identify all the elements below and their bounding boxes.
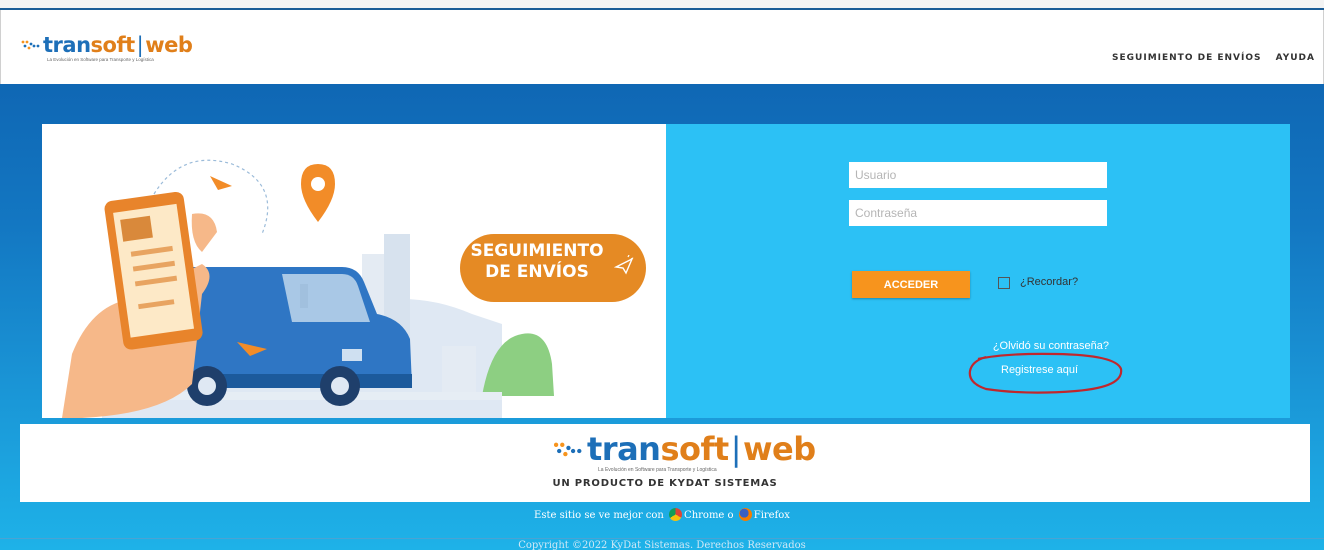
firefox-icon — [738, 508, 752, 521]
forgot-password-link[interactable]: ¿Olvidó su contraseña? — [993, 340, 1109, 352]
nav-ayuda[interactable]: AYUDA — [1276, 53, 1315, 63]
footer-transoft-logo: transoft|web La Evolución en Software pa… — [553, 432, 816, 473]
acceder-button[interactable]: ACCEDER — [852, 271, 970, 298]
footer-branding: transoft|web La Evolución en Software pa… — [20, 424, 1310, 502]
username-input[interactable] — [849, 162, 1107, 188]
browser-top-strip — [0, 0, 1324, 10]
logo-dots-icon — [553, 442, 582, 457]
browsers-prefix: Este sitio se ve mejor con — [534, 510, 664, 521]
top-nav: SEGUIMIENTO DE ENVÍOS AYUDA — [1102, 53, 1315, 63]
password-input[interactable] — [849, 200, 1107, 226]
remember-checkbox[interactable] — [998, 277, 1010, 289]
copyright-text: Copyright ©2022 KyDat Sistemas. Derechos… — [0, 538, 1324, 551]
firefox-label[interactable]: Firefox — [754, 510, 790, 521]
browser-recommendation: Este sitio se ve mejor con Chrome o Fire… — [0, 508, 1324, 521]
remember-label: ¿Recordar? — [1020, 276, 1079, 288]
chrome-label[interactable]: Chrome — [684, 510, 724, 521]
chrome-icon — [669, 508, 683, 521]
browsers-or: o — [727, 510, 734, 521]
nav-seguimiento-envios[interactable]: SEGUIMIENTO DE ENVÍOS — [1112, 53, 1261, 63]
transoft-logo[interactable]: transoft|web La Evolución en Software pa… — [21, 34, 193, 62]
login-panel: ACCEDER ¿Recordar? ¿Olvidó su contraseña… — [666, 124, 1290, 418]
hero-badge-text: SEGUIMIENTO DE ENVÍOS — [470, 241, 604, 282]
hero-illustration: SEGUIMIENTO DE ENVÍOS — [42, 124, 666, 418]
paper-plane-icon — [614, 255, 634, 275]
register-link[interactable]: Registrese aquí — [1001, 364, 1078, 376]
logo-tagline: La Evolución en Software para Transporte… — [47, 57, 154, 62]
product-by-text: UN PRODUCTO DE KYDAT SISTEMAS — [552, 478, 778, 489]
site-header: transoft|web La Evolución en Software pa… — [0, 10, 1324, 84]
logo-dots-icon — [21, 40, 40, 50]
